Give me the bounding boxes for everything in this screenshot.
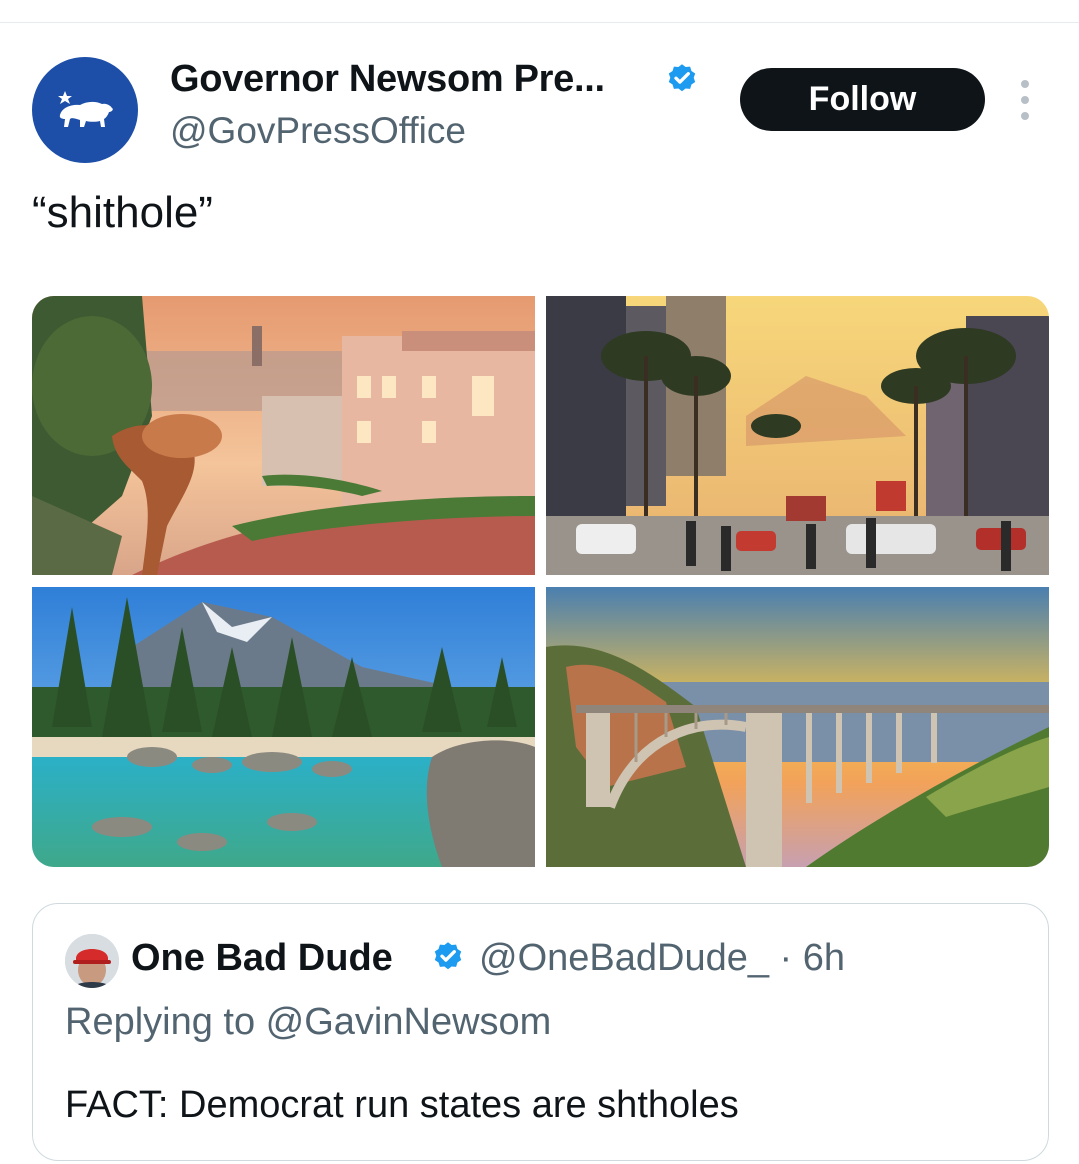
top-divider: [0, 22, 1079, 23]
bixby-bridge-photo: [546, 587, 1049, 867]
reply-context[interactable]: Replying to @GavinNewsom: [65, 1001, 551, 1044]
image-lake-tahoe[interactable]: [32, 587, 535, 867]
avatar[interactable]: [32, 57, 138, 163]
california-bear-flag-icon: [58, 91, 113, 127]
verified-badge-icon: [434, 942, 462, 970]
quote-avatar[interactable]: [65, 934, 119, 988]
quote-text: FACT: Democrat run states are shtholes: [65, 1084, 739, 1126]
hollywood-photo: [546, 296, 1049, 575]
quote-handle-time[interactable]: @OneBadDude_ · 6h: [479, 937, 845, 980]
verified-badge-icon: [668, 64, 696, 92]
handle[interactable]: @GovPressOffice: [170, 110, 466, 152]
display-name[interactable]: Governor Newsom Pre...: [170, 58, 605, 101]
menu-dot: [1021, 112, 1029, 120]
quote-avatar-photo: [65, 934, 119, 988]
menu-dot: [1021, 80, 1029, 88]
image-bixby-bridge[interactable]: [546, 587, 1049, 867]
quote-display-name[interactable]: One Bad Dude: [131, 937, 393, 980]
image-san-francisco[interactable]: [32, 296, 535, 575]
menu-dot: [1021, 96, 1029, 104]
quoted-tweet-card[interactable]: One Bad Dude @OneBadDude_ · 6h Replying …: [32, 903, 1049, 1161]
san-francisco-photo: [32, 296, 535, 575]
lake-tahoe-photo: [32, 587, 535, 867]
follow-button[interactable]: Follow: [740, 68, 985, 131]
tweet-text: “shithole”: [32, 188, 213, 237]
media-grid: [32, 296, 1049, 867]
image-hollywood[interactable]: [546, 296, 1049, 575]
more-vertical-icon[interactable]: [1010, 80, 1040, 120]
